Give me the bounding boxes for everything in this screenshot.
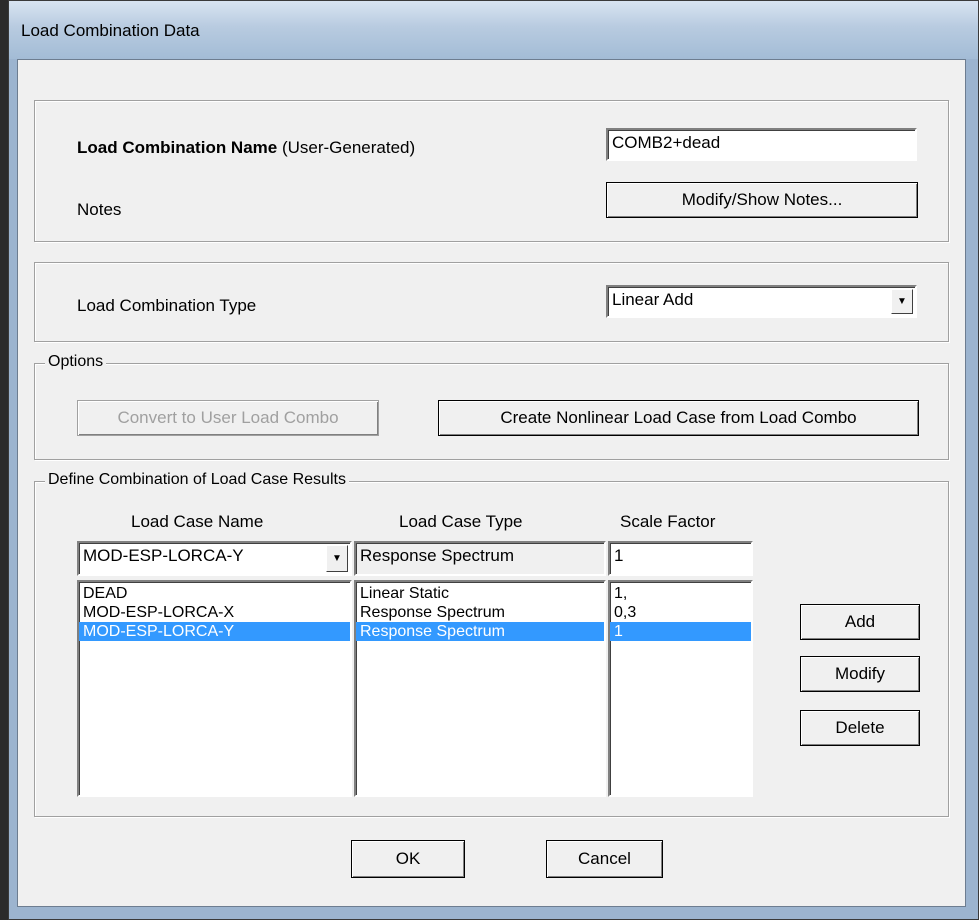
load-case-type-display: Response Spectrum: [354, 541, 606, 576]
combination-name-input[interactable]: COMB2+dead: [606, 128, 917, 161]
combination-type-select[interactable]: Linear Add ▼: [606, 285, 917, 318]
list-item[interactable]: DEAD: [79, 584, 350, 603]
combination-name-label: Load Combination Name (User-Generated): [77, 138, 416, 157]
add-button[interactable]: Add: [800, 604, 920, 640]
list-item[interactable]: 0,3: [610, 603, 751, 622]
load-case-type-list[interactable]: Linear Static Response Spectrum Response…: [354, 580, 606, 797]
chevron-down-icon[interactable]: ▼: [891, 289, 913, 314]
title-bar[interactable]: Load Combination Data: [9, 1, 978, 59]
combination-type-group: Load Combination Type Linear Add ▼: [34, 262, 949, 342]
load-case-name-select[interactable]: MOD-ESP-LORCA-Y ▼: [77, 541, 352, 576]
list-item[interactable]: 1,: [610, 584, 751, 603]
define-combination-legend: Define Combination of Load Case Results: [45, 471, 349, 489]
options-group: Options Convert to User Load Combo Creat…: [34, 353, 949, 460]
load-case-name-list[interactable]: DEAD MOD-ESP-LORCA-X MOD-ESP-LORCA-Y: [77, 580, 352, 797]
modify-button[interactable]: Modify: [800, 656, 920, 692]
modify-show-notes-button[interactable]: Modify/Show Notes...: [606, 182, 918, 218]
combination-type-label: Load Combination Type: [77, 296, 257, 315]
dialog-client-area: Load Combination Name (User-Generated) C…: [17, 59, 966, 907]
load-case-type-header: Load Case Type: [399, 512, 523, 531]
scale-factor-input[interactable]: 1: [608, 541, 753, 576]
create-nonlinear-load-case-button[interactable]: Create Nonlinear Load Case from Load Com…: [438, 400, 919, 436]
list-item[interactable]: Linear Static: [356, 584, 604, 603]
combination-type-value: Linear Add: [612, 290, 694, 309]
ok-button[interactable]: OK: [351, 840, 465, 878]
load-combination-dialog: Load Combination Data Load Combination N…: [8, 0, 979, 920]
chevron-down-icon[interactable]: ▼: [326, 545, 348, 572]
load-case-name-value: MOD-ESP-LORCA-Y: [83, 546, 244, 565]
options-legend: Options: [45, 353, 107, 371]
list-item-selected[interactable]: Response Spectrum: [356, 622, 604, 641]
name-group: Load Combination Name (User-Generated) C…: [34, 100, 949, 242]
notes-label: Notes: [77, 200, 122, 219]
define-combination-group: Define Combination of Load Case Results …: [34, 471, 949, 817]
list-item[interactable]: MOD-ESP-LORCA-X: [79, 603, 350, 622]
convert-to-user-combo-button[interactable]: Convert to User Load Combo: [77, 400, 379, 436]
list-item[interactable]: Response Spectrum: [356, 603, 604, 622]
list-item-selected[interactable]: MOD-ESP-LORCA-Y: [79, 622, 350, 641]
cancel-button[interactable]: Cancel: [546, 840, 663, 878]
delete-button[interactable]: Delete: [800, 710, 920, 746]
scale-factor-header: Scale Factor: [620, 512, 716, 531]
scale-factor-list[interactable]: 1, 0,3 1: [608, 580, 753, 797]
list-item-selected[interactable]: 1: [610, 622, 751, 641]
window-title: Load Combination Data: [21, 21, 200, 40]
load-case-name-header: Load Case Name: [131, 512, 264, 531]
